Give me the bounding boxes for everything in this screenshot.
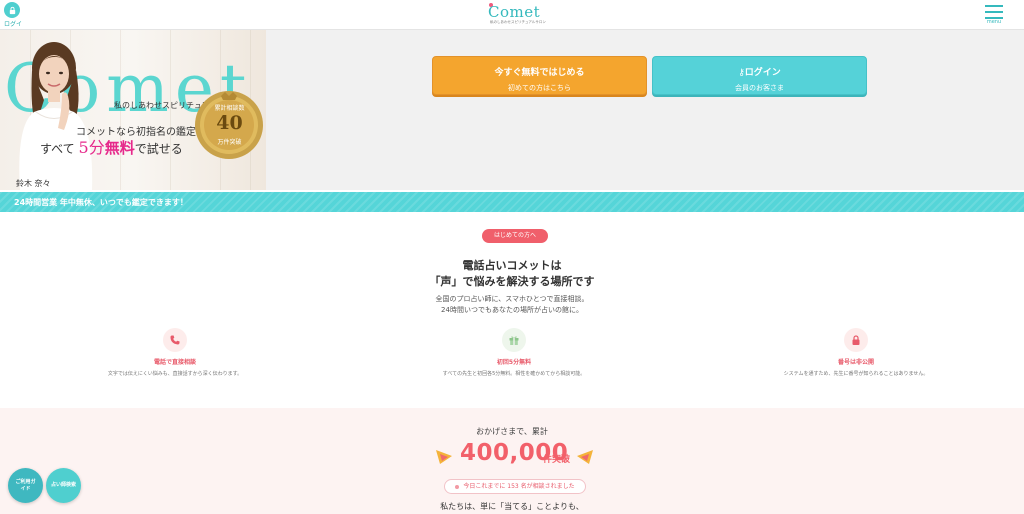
login-icon-button[interactable] [4, 2, 20, 18]
feature-title: 番号は非公開 [837, 359, 874, 366]
feature-desc: すべての先生と初回各5分無料。相性を確かめてから相談可能。 [442, 371, 586, 377]
banner-headline-line2: すべて 5分無料で試せる [40, 134, 183, 158]
medal-label: 累計相談数 [214, 105, 245, 112]
start-free-sublabel: 初めての方はこちら [508, 84, 571, 92]
feature-free-trial: 初回5分無料 すべての先生と初回各5分無料。相性を確かめてから相談可能。 [384, 328, 644, 377]
banner-line2-suffix: で試せる [134, 142, 183, 156]
login-button[interactable]: ⚷ログイン 会員のお客さま [652, 56, 867, 95]
medal-unit: 万件突破 [217, 139, 242, 146]
spokesperson-photo [19, 42, 93, 190]
intro-title-line2: 「声」で悩みを解決する場所です [429, 275, 595, 288]
feature-phone: 電話で直接相談 文字では伝えにくい悩みも、直接話すから深く伝わります。 [45, 328, 305, 377]
stats-lead: おかげさまで、累計 [476, 427, 548, 436]
feature-desc: システムを通すため、先生に番号が知られることはありません。 [783, 371, 929, 377]
live-dot-icon [455, 484, 460, 489]
fortune-teller-search-button[interactable]: 占い師検索 [46, 468, 81, 503]
start-free-label: 今すぐ無料ではじめる [494, 68, 585, 78]
login-button-label: ログイン [744, 68, 781, 78]
usage-guide-label: ご利用ガイド [15, 479, 36, 492]
feature-title: 電話で直接相談 [153, 359, 196, 366]
hero-banner[interactable]: Comet 私のしあわせスピリチュアルサロン コメットなら初指名の鑑定を すべて… [0, 30, 266, 190]
banner-line2-highlight-minutes: 5分 [78, 138, 105, 157]
spokesperson-name: 鈴木 奈々 [16, 179, 51, 188]
intro-body-line2: 24時間いつでもあなたの場所が占いの館に。 [441, 306, 583, 314]
site-logo[interactable]: Comet [488, 3, 540, 21]
medal-number: 40 [216, 112, 243, 134]
feature-private-number: 番号は非公開 システムを通すため、先生に番号が知られることはありません。 [726, 328, 986, 377]
lock-icon [844, 328, 868, 352]
key-icon: ⚷ [738, 68, 745, 78]
party-popper-icon [436, 450, 452, 464]
today-counter: 今日これまでに 153 名が相談されました [444, 479, 586, 494]
start-free-button[interactable]: 今すぐ無料ではじめる 初めての方はこちら [432, 56, 647, 95]
menu-label[interactable]: menu [984, 19, 1004, 25]
today-counter-text: 今日これまでに 153 名が相談されました [463, 483, 575, 490]
site-header: ログイン Comet 私のしあわせスピリチュアルサロン menu [0, 0, 1024, 37]
announcement-bar: 24時間営業 年中無休、いつでも鑑定できます！ [0, 192, 1024, 212]
intro-body-line1: 全国のプロ占い師に、スマホひとつで直接相談。 [435, 295, 589, 303]
login-button-sublabel: 会員のお客さま [735, 84, 784, 92]
stats-unit: 件突破 [543, 455, 571, 465]
party-popper-icon [577, 450, 593, 464]
login-button-main: ⚷ログイン [653, 65, 866, 78]
intro-title-line1: 電話占いコメットは [462, 259, 562, 272]
gift-icon [502, 328, 526, 352]
usage-guide-button[interactable]: ご利用ガイド [8, 468, 43, 503]
banner-line2-prefix: すべて [40, 142, 75, 156]
announcement-text: 24時間営業 年中無休、いつでも鑑定できます！ [14, 198, 188, 207]
feature-title: 初回5分無料 [496, 359, 532, 366]
fortune-teller-search-label: 占い師検索 [50, 482, 76, 489]
feature-desc: 文字では伝えにくい悩みも、直接話すから深く伝わります。 [107, 371, 243, 377]
first-time-badge: はじめての方へ [482, 229, 548, 243]
banner-line2-highlight-free: 無料 [104, 139, 135, 157]
phone-icon [163, 328, 187, 352]
stats-tail-text: 私たちは、単に「当てる」ことよりも、 [440, 502, 584, 511]
logo-tagline: 私のしあわせスピリチュアルサロン [490, 20, 546, 24]
lock-icon [9, 6, 15, 14]
